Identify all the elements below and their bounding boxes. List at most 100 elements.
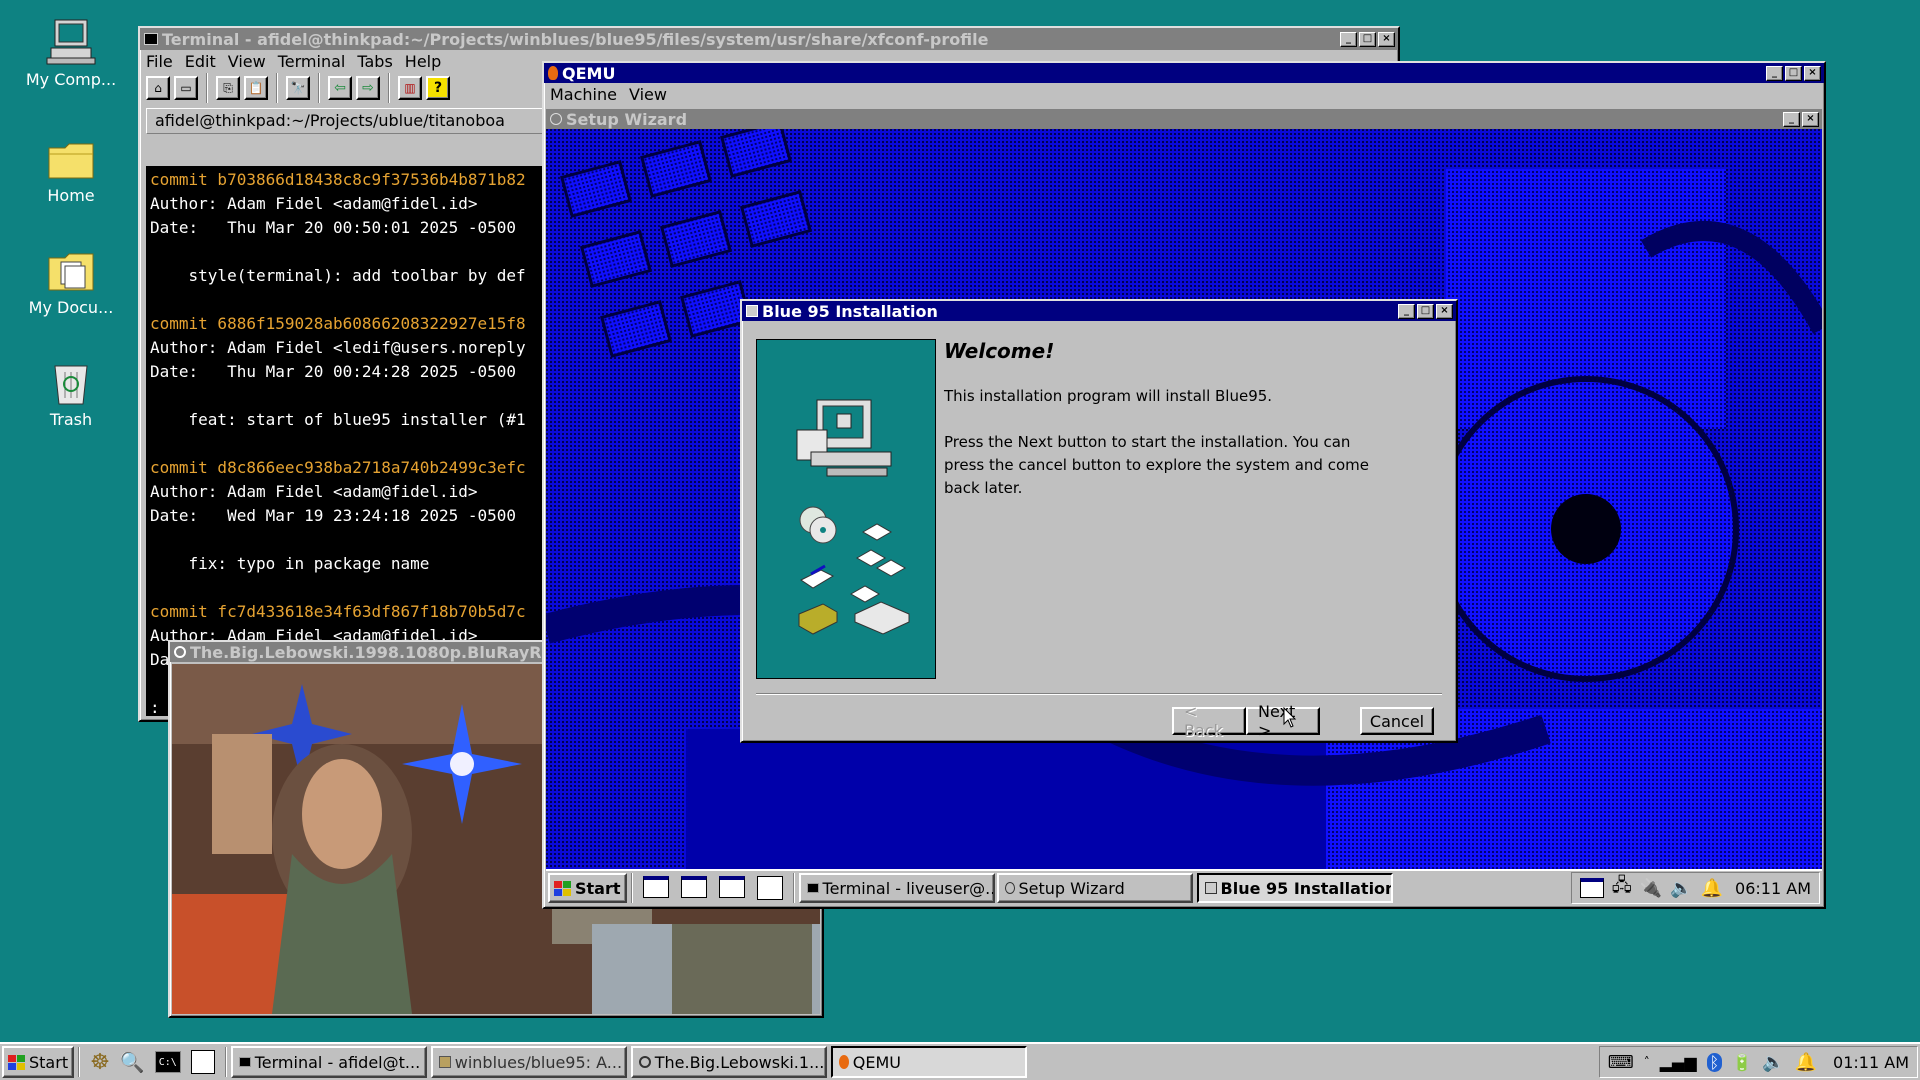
minimize-button[interactable]: _: [1783, 111, 1800, 127]
window-icon[interactable]: [1579, 878, 1604, 898]
desktop-icon-my-documents[interactable]: My Docu...: [16, 246, 126, 317]
help-icon[interactable]: ?: [426, 76, 450, 100]
task-label: QEMU: [852, 1052, 901, 1072]
qemu-title: QEMU: [562, 63, 616, 83]
preferences-icon[interactable]: ▥: [398, 76, 422, 100]
close-button[interactable]: ×: [1378, 31, 1395, 47]
terminal-titlebar[interactable]: Terminal - afidel@thinkpad:~/Projects/wi…: [140, 28, 1398, 50]
host-task-terminal[interactable]: Terminal - afidel@t...: [230, 1046, 427, 1078]
guest-clock[interactable]: 06:11 AM: [1735, 879, 1811, 898]
host-task-qemu[interactable]: QEMU: [830, 1046, 1027, 1078]
windows-logo-icon: [554, 880, 571, 896]
back-button[interactable]: < Back: [1172, 702, 1246, 740]
host-taskbar: Start ☸ 🔍 C:\ Terminal - afidel@t... win…: [0, 1042, 1920, 1080]
window-icon[interactable]: [680, 876, 707, 898]
maximize-button[interactable]: □: [1785, 65, 1802, 81]
desktop-icon-my-computer[interactable]: My Comp...: [16, 18, 126, 89]
terminal-icon[interactable]: C:\: [154, 1051, 181, 1073]
terminal-icon: [238, 1057, 251, 1067]
bluetooth-icon[interactable]: ᛒ: [1706, 1052, 1723, 1072]
browser-icon: [438, 1056, 451, 1068]
start-label: Start: [575, 878, 621, 898]
menu-help[interactable]: Help: [399, 52, 447, 71]
keyboard-layout-icon[interactable]: ⌨: [1608, 1052, 1634, 1073]
minimize-button[interactable]: _: [1766, 65, 1783, 81]
new-tab-icon[interactable]: ⌂: [146, 76, 170, 100]
menu-file[interactable]: File: [140, 52, 179, 71]
menu-machine[interactable]: Machine: [544, 85, 623, 104]
find-icon[interactable]: 🔭: [286, 76, 310, 100]
task-label: Blue 95 Installation: [1220, 878, 1393, 898]
guest-task-installation[interactable]: Blue 95 Installation: [1196, 873, 1393, 903]
host-task-video[interactable]: The.Big.Lebowski.1...: [630, 1046, 827, 1078]
text-editor-icon[interactable]: [190, 1050, 215, 1074]
maximize-button[interactable]: □: [1417, 303, 1434, 319]
maximize-button[interactable]: □: [1359, 31, 1376, 47]
close-button[interactable]: ×: [1804, 65, 1821, 81]
task-label: The.Big.Lebowski.1...: [654, 1052, 825, 1072]
qemu-icon: [838, 1055, 849, 1069]
host-task-browser[interactable]: winblues/blue95: A...: [430, 1046, 627, 1078]
notification-bell-icon[interactable]: 🔔: [1701, 878, 1723, 899]
menu-terminal[interactable]: Terminal: [272, 52, 352, 71]
show-desktop-icon[interactable]: [642, 876, 669, 898]
host-clock[interactable]: 01:11 AM: [1833, 1053, 1909, 1072]
chevron-up-icon[interactable]: ˄: [1644, 1055, 1650, 1069]
installation-dialog: Blue 95 Installation _ □ × Welcome! This…: [740, 299, 1458, 743]
guest-screen[interactable]: Setup Wizard _ × Blue 95 Installation _ …: [546, 109, 1822, 905]
desktop-icon-trash[interactable]: Trash: [16, 358, 126, 429]
close-button[interactable]: ×: [1802, 111, 1819, 127]
welcome-heading: Welcome!: [944, 339, 1055, 363]
battery-icon[interactable]: 🔋: [1732, 1053, 1752, 1072]
close-button[interactable]: ×: [1436, 303, 1453, 319]
window-icon[interactable]: [718, 876, 745, 898]
minimize-button[interactable]: _: [1340, 31, 1357, 47]
guest-start-button[interactable]: Start: [548, 873, 627, 903]
wizard-icon: [1004, 882, 1015, 894]
qemu-window: QEMU _ □ × Machine View Setup Wizard _ ×: [542, 61, 1826, 909]
computer-setup-illustration: [796, 399, 910, 635]
desktop-icon-label: Trash: [49, 410, 93, 429]
notification-bell-icon[interactable]: 🔔: [1795, 1052, 1817, 1073]
copy-icon[interactable]: ⎘: [216, 76, 240, 100]
setup-wizard-title: Setup Wizard: [566, 109, 688, 129]
signal-strength-icon[interactable]: ▂▄▆: [1660, 1053, 1697, 1072]
file-search-icon[interactable]: 🔍: [120, 1050, 145, 1074]
desktop-icon-label: My Comp...: [25, 70, 117, 89]
guest-system-tray: 🖧 🔌 🔈 🔔 06:11 AM: [1570, 872, 1820, 904]
volume-icon[interactable]: 🔈: [1762, 1052, 1784, 1073]
menu-view[interactable]: View: [623, 85, 673, 104]
guest-task-setup-wizard[interactable]: Setup Wizard: [996, 873, 1193, 903]
paste-icon[interactable]: 📋: [244, 76, 268, 100]
home-folder-icon: [48, 143, 94, 179]
cancel-button[interactable]: Cancel: [1360, 707, 1434, 735]
quick-launch: [637, 876, 789, 900]
text-editor-icon[interactable]: [756, 876, 783, 900]
desktop-icon-label: Home: [47, 186, 95, 205]
setup-wizard-titlebar[interactable]: Setup Wizard _ ×: [546, 109, 1822, 129]
installer-icon: [746, 305, 758, 317]
host-start-button[interactable]: Start: [2, 1046, 75, 1078]
guest-task-terminal[interactable]: Terminal - liveuser@...: [798, 873, 995, 903]
minimize-button[interactable]: _: [1398, 303, 1415, 319]
installation-dialog-titlebar[interactable]: Blue 95 Installation _ □ ×: [742, 301, 1456, 321]
terminal-title: Terminal - afidel@thinkpad:~/Projects/wi…: [162, 29, 989, 49]
task-label: Terminal - afidel@t...: [254, 1052, 421, 1072]
task-label: winblues/blue95: A...: [454, 1052, 623, 1072]
intro-text: This installation program will install B…: [944, 387, 1273, 405]
previous-icon[interactable]: ⇦: [328, 76, 352, 100]
network-icon[interactable]: 🖧: [1612, 873, 1632, 903]
menu-view[interactable]: View: [222, 52, 272, 71]
power-icon[interactable]: 🔌: [1640, 878, 1662, 899]
windows-logo-icon: [8, 1054, 25, 1070]
settings-wheel-icon[interactable]: ☸: [90, 1050, 110, 1075]
desktop-icon-home[interactable]: Home: [16, 134, 126, 205]
menu-edit[interactable]: Edit: [179, 52, 222, 71]
qemu-titlebar[interactable]: QEMU _ □ ×: [544, 63, 1824, 83]
wizard-side-panel: [756, 339, 936, 679]
new-window-icon[interactable]: ▭: [174, 76, 198, 100]
menu-tabs[interactable]: Tabs: [351, 52, 398, 71]
next-icon[interactable]: ⇨: [356, 76, 380, 100]
volume-icon[interactable]: 🔈: [1670, 878, 1692, 899]
video-player-icon: [174, 646, 186, 658]
